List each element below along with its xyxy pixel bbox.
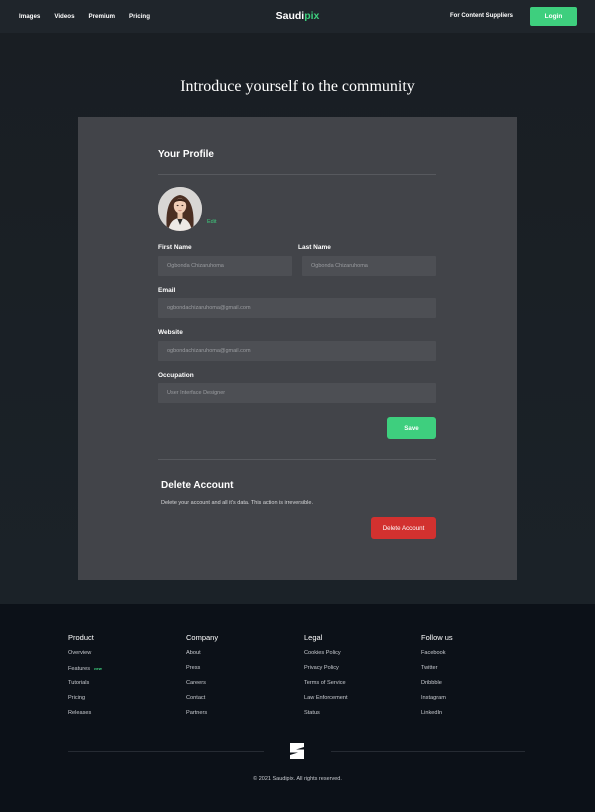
profile-divider [158,174,436,175]
footer-heading-follow-us: Follow us [421,633,453,642]
footer-link-privacy-policy[interactable]: Privacy Policy [304,665,348,680]
login-button[interactable]: Login [530,7,577,26]
footer-column-product: Product Overview Features new Tutorials P… [68,633,102,725]
edit-avatar-link[interactable]: Edit [207,219,216,225]
first-name-label: First Name [158,244,192,251]
footer-link-careers[interactable]: Careers [186,680,218,695]
footer-link-terms-of-service[interactable]: Terms of Service [304,680,348,695]
footer-heading-product: Product [68,633,94,642]
last-name-label: Last Name [298,244,331,251]
page-title: Introduce yourself to the community [180,78,415,95]
footer-heading-company: Company [186,633,219,642]
avatar[interactable] [158,187,202,231]
footer-link-features-label: Features [68,666,91,672]
footer-link-about[interactable]: About [186,650,218,665]
content-suppliers-link[interactable]: For Content Suppliers [450,13,513,19]
saudipix-logo-icon[interactable] [287,741,307,761]
footer-link-linkedin[interactable]: LinkedIn [421,710,453,725]
footer-link-releases[interactable]: Releases [68,710,102,725]
footer-link-pricing[interactable]: Pricing [68,695,102,710]
email-field[interactable]: ogbondachizaruhoma@gmail.com [158,298,436,318]
footer-link-overview[interactable]: Overview [68,650,102,665]
footer-link-features[interactable]: Features new [68,665,102,680]
footer-column-follow-us: Follow us Facebook Twitter Dribbble Inst… [421,633,453,725]
copyright-text: © 2021 Saudipix. All rights reserved. [253,776,342,782]
footer-link-press[interactable]: Press [186,665,218,680]
brand-main: Saudi [275,10,305,22]
delete-account-button[interactable]: Delete Account [371,517,436,539]
delete-account-title: Delete Account [161,480,234,491]
footer-link-cookies-policy[interactable]: Cookies Policy [304,650,348,665]
brand-accent: pix [304,10,320,22]
website-label: Website [158,329,183,336]
first-name-field[interactable]: Ogbonda Chizaruhoma [158,256,292,276]
footer-column-legal: Legal Cookies Policy Privacy Policy Term… [304,633,348,725]
logo-mark [290,743,304,759]
website-field[interactable]: ogbondachizaruhoma@gmail.com [158,341,436,361]
avatar-photo-icon [158,187,202,231]
email-label: Email [158,287,176,294]
footer-link-twitter[interactable]: Twitter [421,665,453,680]
footer-divider-right [331,751,525,752]
footer-link-status[interactable]: Status [304,710,348,725]
footer-link-facebook[interactable]: Facebook [421,650,453,665]
top-navigation: Images Videos Premium Pricing Saudipix F… [0,0,595,33]
save-button[interactable]: Save [387,417,436,439]
footer-heading-legal: Legal [304,633,323,642]
last-name-field[interactable]: Ogbonda Chizaruhoma [302,256,436,276]
delete-divider [158,459,436,460]
footer-link-dribbble[interactable]: Dribbble [421,680,453,695]
footer-link-law-enforcement[interactable]: Law Enforcement [304,695,348,710]
delete-account-description: Delete your account and all it's data. T… [161,500,313,506]
footer-link-tutorials[interactable]: Tutorials [68,680,102,695]
footer-link-partners[interactable]: Partners [186,710,218,725]
occupation-label: Occupation [158,372,194,379]
footer-link-contact[interactable]: Contact [186,695,218,710]
occupation-field[interactable]: User Interface Designer [158,383,436,403]
footer-column-company: Company About Press Careers Contact Part… [186,633,218,725]
footer-link-instagram[interactable]: Instagram [421,695,453,710]
footer-divider-left [68,751,264,752]
new-badge: new [94,666,102,671]
profile-section-title: Your Profile [158,149,214,160]
